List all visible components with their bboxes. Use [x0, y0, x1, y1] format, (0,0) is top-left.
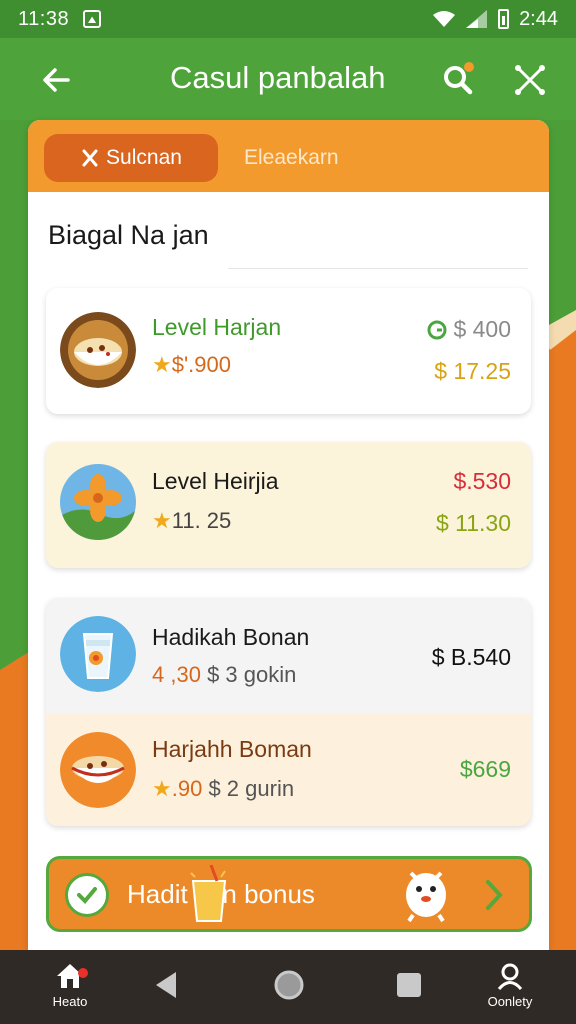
item-price-top: $ 400 — [427, 316, 511, 343]
flower-icon — [60, 464, 136, 540]
fork-knife-icon — [82, 149, 98, 167]
chevron-right-icon — [479, 877, 509, 913]
soup-bowl-icon — [60, 312, 136, 388]
tab-label: Sulcnan — [106, 146, 182, 169]
share-button[interactable] — [508, 58, 552, 102]
star-icon: ★ — [152, 352, 172, 377]
chat-check-icon — [65, 873, 109, 917]
item-subtitle-value: 11. 25 — [171, 508, 232, 533]
photo-notification-icon — [83, 10, 102, 28]
item-price-top: $.530 — [453, 468, 511, 494]
item-subtitle-value: $ 2 gurin — [208, 776, 295, 801]
list-item[interactable]: Level Heirjia ★11. 25 $.530 $ 11.30 — [46, 442, 531, 568]
drink-cup-icon — [60, 616, 136, 692]
divider — [228, 268, 528, 269]
item-price-bottom: $ 11.30 — [435, 510, 511, 536]
nav-home[interactable]: Heato — [40, 962, 100, 1018]
page-title: Casul panbalah — [170, 60, 386, 95]
main-card: Sulcnan Eleaekarn Biagal Na jan Level Ha… — [28, 120, 549, 950]
bottom-nav: Heato Oonlety — [0, 950, 576, 1024]
clock-icon — [427, 320, 447, 339]
status-clock: 2:44 — [519, 7, 558, 30]
app-bar: Casul panbalah — [0, 38, 576, 120]
item-subtitle: ★$'.900 — [152, 352, 231, 378]
search-button[interactable] — [436, 58, 480, 102]
item-subtitle-prefix: 4 ,30 — [152, 662, 201, 687]
wifi-icon — [433, 11, 456, 27]
soup-bowl-icon — [60, 732, 136, 808]
section-title: Biagal Na jan — [48, 220, 209, 250]
tab-sulcnan[interactable]: Sulcnan — [44, 134, 218, 182]
list-item[interactable]: Hadikah Bonan 4 ,30 $ 3 gokin $ B.540 — [46, 598, 531, 714]
cup-icon — [190, 865, 227, 922]
star-icon: ★ — [152, 508, 172, 533]
notification-dot — [78, 968, 88, 978]
status-time: 11:38 — [18, 7, 70, 30]
price-top-value: $ 400 — [453, 316, 511, 342]
tab-label: Eleaekarn — [244, 146, 339, 169]
mascot-icon — [406, 871, 446, 923]
item-subtitle: ★.90 $ 2 gurin — [152, 776, 294, 802]
back-button[interactable] — [36, 60, 76, 100]
nav-home-circle-icon[interactable] — [272, 968, 306, 1002]
item-price-bottom: $ 17.25 — [434, 358, 511, 384]
nav-recents-icon[interactable] — [394, 970, 424, 1000]
nav-profile-label: Oonlety — [487, 994, 533, 1009]
status-icons: 2:44 — [432, 8, 558, 31]
person-icon — [497, 963, 523, 990]
item-subtitle-value: $ 3 gokin — [207, 662, 297, 687]
item-subtitle-prefix: .90 — [171, 776, 203, 801]
item-name: Hadikah Bonan — [152, 624, 310, 650]
nav-back-icon[interactable] — [150, 968, 184, 1002]
star-icon: ★ — [152, 776, 172, 801]
nav-home-label: Heato — [52, 994, 88, 1009]
item-subtitle: 4 ,30 $ 3 gokin — [152, 662, 296, 688]
item-price: $669 — [459, 756, 511, 782]
item-subtitle-value: $'.900 — [171, 352, 231, 377]
tab-eleaekarn[interactable]: Eleaekarn — [244, 134, 339, 182]
battery-icon — [498, 9, 510, 29]
item-name: Level Harjan — [152, 314, 282, 340]
item-group: Hadikah Bonan 4 ,30 $ 3 gokin $ B.540 Ha… — [46, 598, 531, 826]
item-price: $ B.540 — [431, 644, 511, 670]
item-name: Harjahh Boman — [152, 736, 312, 762]
signal-icon — [466, 10, 488, 28]
nav-profile[interactable]: Oonlety — [478, 962, 542, 1018]
arrow-left-icon — [43, 68, 70, 92]
item-name: Level Heirjia — [152, 468, 279, 494]
list-item[interactable]: Harjahh Boman ★.90 $ 2 gurin $669 — [46, 714, 531, 826]
item-subtitle: ★11. 25 — [152, 508, 231, 534]
notification-dot — [464, 62, 474, 72]
bonus-banner[interactable]: Hadit atin bonus — [46, 856, 532, 932]
tab-bar: Sulcnan Eleaekarn — [28, 120, 549, 192]
list-item[interactable]: Level Harjan ★$'.900 $ 400 $ 17.25 — [46, 288, 531, 414]
share-icon — [515, 65, 545, 95]
status-bar: 11:38 2:44 — [0, 0, 576, 38]
